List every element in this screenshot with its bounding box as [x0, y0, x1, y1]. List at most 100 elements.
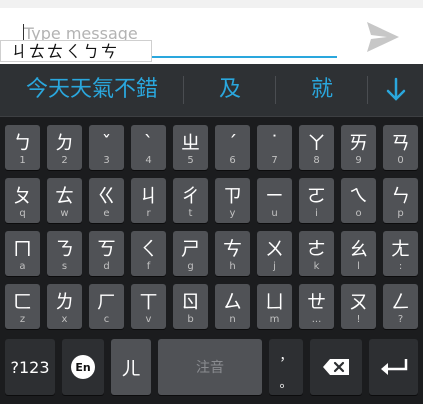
candidate-3[interactable]: 就 — [282, 64, 362, 116]
key-5[interactable]: ㄓ5 — [173, 125, 208, 170]
key-hint: d — [103, 261, 110, 272]
key-m[interactable]: ㄩm — [257, 284, 292, 329]
key-label: ㄔ — [180, 185, 200, 207]
key-6[interactable]: ˊ6 — [215, 125, 250, 170]
key-label: ˙ — [269, 132, 280, 154]
key-d[interactable]: ㄎd — [89, 231, 124, 276]
key-v[interactable]: ㄒv — [131, 284, 166, 329]
key-u[interactable]: ㄧu — [257, 178, 292, 223]
key-hint: 2 — [61, 155, 68, 166]
key-7[interactable]: ˙ 7 — [257, 125, 292, 170]
key-label: ㄎ — [96, 238, 116, 260]
key-label: ㄆ — [12, 185, 32, 207]
key-label: ㄚ — [306, 132, 326, 154]
key-w[interactable]: ㄊw — [47, 178, 82, 223]
key-hint: ! — [356, 314, 361, 325]
key-hint: b — [187, 314, 194, 325]
punctuation-key[interactable]: ， 。 — [269, 339, 303, 395]
key-b[interactable]: ㄖb — [173, 284, 208, 329]
key-2[interactable]: ㄉ2 — [47, 125, 82, 170]
key-hint: j — [273, 261, 276, 272]
key-y[interactable]: ㄗy — [215, 178, 250, 223]
key-label: ㄈ — [12, 291, 32, 313]
key-hint: m — [269, 314, 280, 325]
key-n[interactable]: ㄙn — [215, 284, 250, 329]
key-label: ㄌ — [54, 291, 74, 313]
key-hint: 3 — [103, 155, 110, 166]
key-x[interactable]: ㄌx — [47, 284, 82, 329]
key-question[interactable]: ㄥ? — [383, 284, 418, 329]
key-ellipsis[interactable]: ㄝ... — [299, 284, 334, 329]
key-c[interactable]: ㄏc — [89, 284, 124, 329]
key-hint: k — [313, 261, 320, 272]
language-icon: En — [62, 339, 104, 395]
key-o[interactable]: ㄟo — [341, 178, 376, 223]
punct-top: ， — [279, 349, 293, 364]
key-hint: h — [229, 261, 236, 272]
key-a[interactable]: ㄇa — [5, 231, 40, 276]
key-k[interactable]: ㄜk — [299, 231, 334, 276]
key-hint: 0 — [397, 155, 404, 166]
key-hint: v — [145, 314, 152, 325]
key-hint: p — [397, 208, 404, 219]
symbols-key[interactable]: ?123 — [5, 339, 55, 395]
key-r[interactable]: ㄐr — [131, 178, 166, 223]
key-label: ㄧ — [264, 185, 284, 207]
key-q[interactable]: ㄆq — [5, 178, 40, 223]
key-label: ㄡ — [348, 291, 368, 313]
key-z[interactable]: ㄈz — [5, 284, 40, 329]
key-g[interactable]: ㄕg — [173, 231, 208, 276]
key-label: ㄞ — [348, 132, 368, 154]
key-i[interactable]: ㄛi — [299, 178, 334, 223]
language-key[interactable]: En — [62, 339, 104, 395]
key-label: ㄥ — [390, 291, 410, 313]
key-exclaim[interactable]: ㄡ! — [341, 284, 376, 329]
key-l[interactable]: ㄠl — [341, 231, 376, 276]
backspace-key[interactable] — [310, 339, 362, 395]
key-hint: n — [229, 314, 236, 325]
key-hint: w — [60, 208, 69, 219]
key-colon[interactable]: ㄤ: — [383, 231, 418, 276]
key-label: ㄊ — [54, 185, 74, 207]
key-j[interactable]: ㄨj — [257, 231, 292, 276]
key-0[interactable]: ㄢ0 — [383, 125, 418, 170]
key-3[interactable]: ˇ3 — [89, 125, 124, 170]
key-hint: z — [19, 314, 26, 325]
chevron-down-icon[interactable] — [375, 64, 417, 116]
key-p[interactable]: ㄣp — [383, 178, 418, 223]
candidate-2[interactable]: 及 — [190, 64, 270, 116]
key-hint: e — [103, 208, 110, 219]
key-label: ㄛ — [306, 185, 326, 207]
enter-key[interactable] — [369, 339, 418, 395]
key-er[interactable]: ㄦ — [111, 339, 151, 395]
key-label: ㄝ — [306, 291, 326, 313]
key-f[interactable]: ㄑf — [131, 231, 166, 276]
space-key[interactable]: 注音 — [158, 339, 262, 395]
key-4[interactable]: ˋ4 — [131, 125, 166, 170]
key-hint: t — [188, 208, 193, 219]
key-label: ㄗ — [222, 185, 242, 207]
key-label: ˇ — [101, 132, 112, 154]
key-label: ㄅ — [12, 132, 32, 154]
composing-text: ㄐㄊㄊㄑㄅㄘ — [0, 40, 152, 62]
candidate-1[interactable]: 今天天氣不錯 — [12, 64, 172, 116]
key-label: ㄕ — [180, 238, 200, 260]
key-label: ㄙ — [222, 291, 242, 313]
key-t[interactable]: ㄔt — [173, 178, 208, 223]
key-s[interactable]: ㄋs — [47, 231, 82, 276]
space-label: 注音 — [196, 360, 224, 376]
key-hint: : — [398, 261, 403, 272]
key-e[interactable]: ㄍe — [89, 178, 124, 223]
key-hint: u — [271, 208, 278, 219]
send-icon[interactable] — [365, 20, 401, 54]
key-label: ㄘ — [222, 238, 242, 260]
key-9[interactable]: ㄞ9 — [341, 125, 376, 170]
key-hint: 9 — [355, 155, 362, 166]
key-1[interactable]: ㄅ1 — [5, 125, 40, 170]
key-hint: i — [315, 208, 318, 219]
key-8[interactable]: ㄚ8 — [299, 125, 334, 170]
key-h[interactable]: ㄘh — [215, 231, 250, 276]
key-label: ㄇ — [12, 238, 32, 260]
key-label: ㄉ — [54, 132, 74, 154]
key-label: ㄢ — [390, 132, 410, 154]
